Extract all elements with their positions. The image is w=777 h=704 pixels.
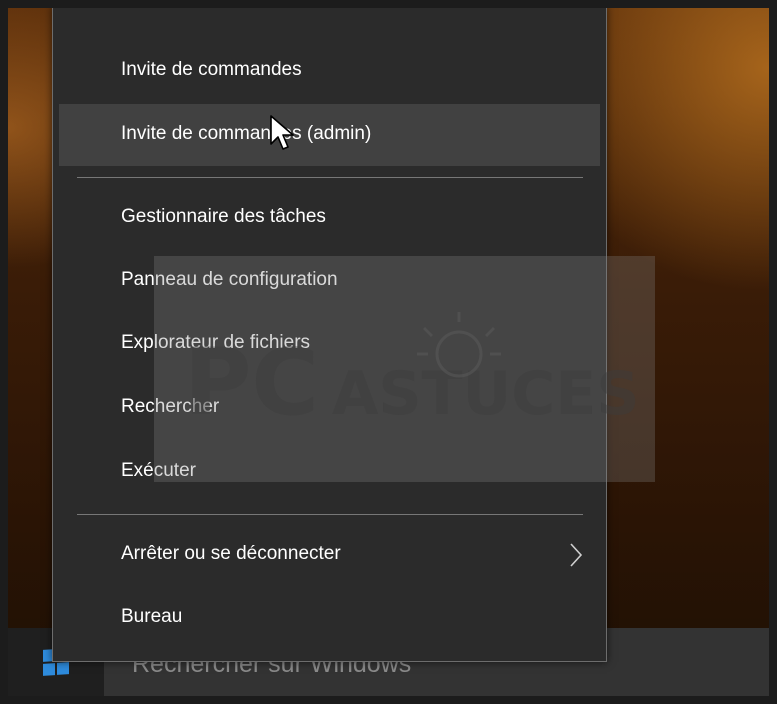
menu-item-executer[interactable]: Exécuter: [59, 441, 600, 503]
menu-item-label: Bureau: [121, 606, 183, 627]
menu-item-label: Exécuter: [121, 460, 196, 481]
menu-item-label: Explorateur de fichiers: [121, 332, 311, 353]
menu-item-gestionnaire-des-taches[interactable]: Gestionnaire des tâches: [59, 187, 600, 249]
menu-divider: [77, 177, 583, 178]
desktop-screen: Rechercher sur Windows Invite de command…: [8, 8, 769, 696]
menu-item-bureau[interactable]: Bureau: [59, 587, 600, 649]
menu-divider: [77, 514, 583, 515]
menu-item-label: Invite de commandes: [121, 59, 302, 80]
menu-item-label: Arrêter ou se déconnecter: [121, 543, 341, 564]
menu-item-label: Invite de commandes (admin): [121, 123, 372, 144]
menu-item-label: Gestionnaire des tâches: [121, 206, 326, 227]
menu-item-rechercher[interactable]: Rechercher: [59, 377, 600, 439]
menu-item-explorateur-de-fichiers[interactable]: Explorateur de fichiers: [59, 313, 600, 375]
menu-item-label: Rechercher: [121, 396, 220, 417]
mouse-cursor-icon: [270, 115, 294, 150]
menu-item-panneau-de-configuration[interactable]: Panneau de configuration: [59, 250, 600, 312]
menu-item-invite-de-commandes[interactable]: Invite de commandes: [59, 40, 600, 102]
menu-item-label: Panneau de configuration: [121, 269, 338, 290]
menu-item-arreter-ou-se-deconnecter[interactable]: Arrêter ou se déconnecter: [59, 524, 600, 586]
power-user-menu: Invite de commandes Invite de commandes …: [52, 8, 607, 662]
menu-item-invite-de-commandes-admin[interactable]: Invite de commandes (admin): [59, 104, 600, 166]
chevron-right-icon: [570, 543, 583, 567]
